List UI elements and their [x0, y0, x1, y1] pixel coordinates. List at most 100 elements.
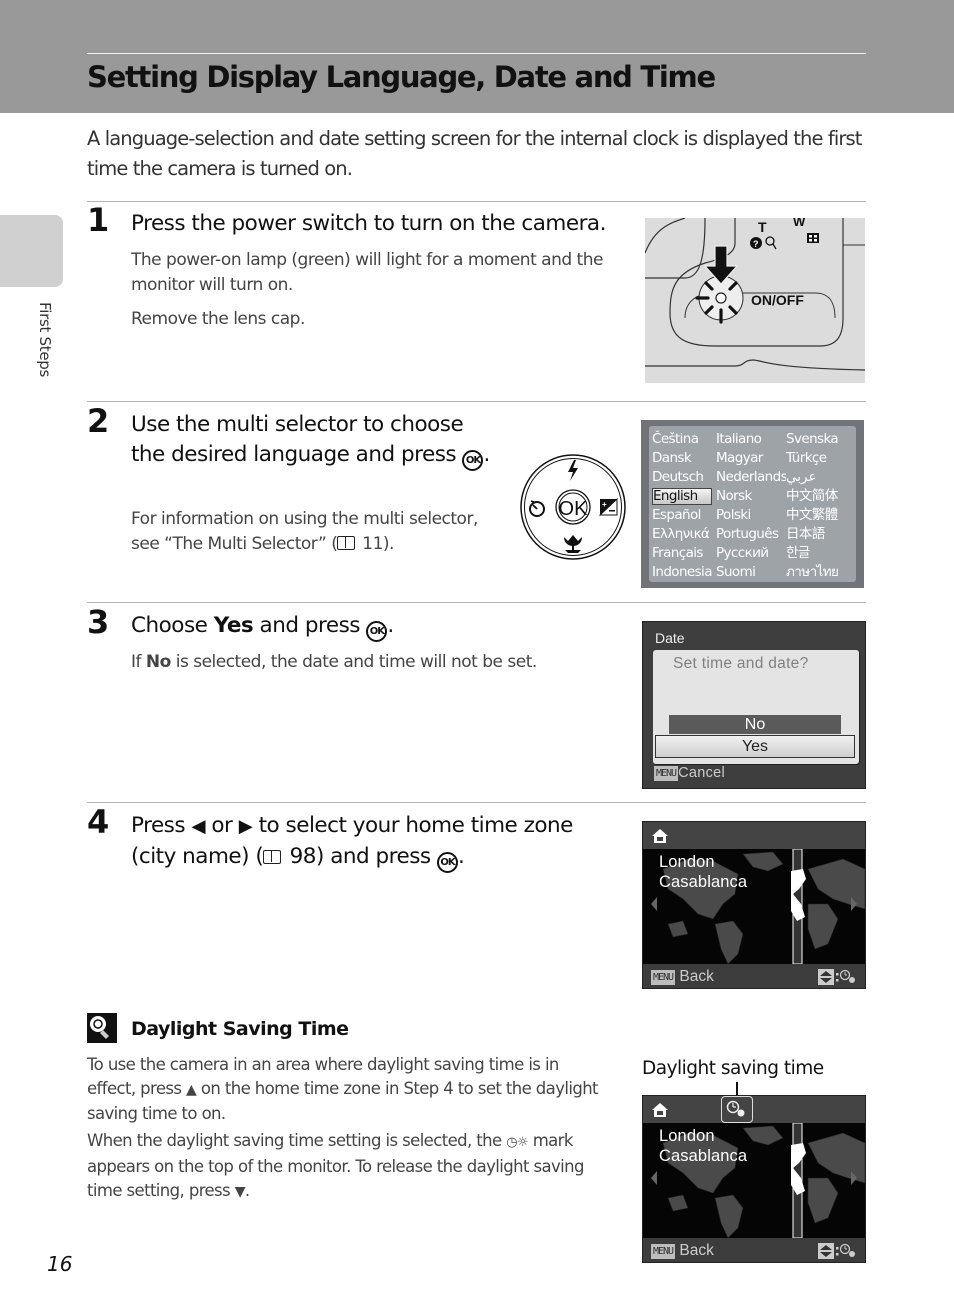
punctuation: .: [457, 844, 465, 869]
language-grid: Čeština Italiano Svenska Dansk Magyar Türkçe D…: [649, 426, 856, 582]
step-text: The power-on lamp (green) will light for…: [131, 250, 603, 295]
island-shape: [667, 920, 689, 938]
tip-title: Daylight Saving Time: [131, 1018, 349, 1040]
language-option[interactable]: 中文繁體: [786, 506, 858, 525]
yes-emphasis: Yes: [213, 613, 254, 638]
asia-shape: [807, 1132, 865, 1184]
language-option[interactable]: Nederlands: [716, 468, 786, 487]
step-body: For information on using the multi selec…: [131, 507, 501, 557]
step-number: 1: [87, 201, 110, 239]
world-map: London Casablanca: [643, 848, 865, 965]
step-heading-text: Press: [131, 813, 186, 838]
language-option[interactable]: Magyar: [716, 449, 786, 468]
greenland-shape: [742, 851, 784, 872]
back-hint: MENU Back: [651, 968, 714, 986]
language-option[interactable]: 日本語: [786, 525, 858, 544]
page-reference[interactable]: 98: [290, 844, 317, 869]
step-heading: Press the power switch to turn on the ca…: [131, 211, 606, 236]
map-scroll-left-icon: [651, 1171, 657, 1185]
ok-label: OK: [559, 498, 589, 520]
option-no[interactable]: No: [669, 715, 841, 734]
back-label: Back: [679, 968, 714, 985]
language-option[interactable]: Türkçe: [786, 449, 858, 468]
language-option[interactable]: عربي: [786, 468, 858, 487]
step-text: For information on using the multi selec…: [131, 509, 478, 554]
ok-button-icon: OK: [462, 450, 484, 471]
language-option[interactable]: English: [652, 488, 712, 505]
language-option[interactable]: Français: [652, 544, 716, 563]
step-heading-text: Use the multi selector to choose the des…: [131, 412, 464, 467]
language-option[interactable]: 한글: [786, 544, 858, 563]
asia-shape: [807, 858, 865, 910]
africa-shape: [807, 903, 839, 950]
world-map: London Casablanca: [643, 1122, 865, 1239]
south-america-shape: [714, 1194, 744, 1239]
page-number: 16: [47, 1252, 73, 1276]
step-heading-text: or: [211, 813, 233, 838]
cancel-hint: MENU Cancel: [654, 765, 725, 781]
language-option[interactable]: Čeština: [652, 430, 716, 449]
language-option[interactable]: Português: [716, 525, 786, 544]
step-number: 4: [87, 803, 110, 841]
step-heading-text: Choose: [131, 613, 214, 638]
language-option[interactable]: Español: [652, 506, 716, 525]
multi-selector-illustration: OK +: [518, 453, 628, 561]
dst-time-zone-screen: London Casablanca MENU Back: [642, 1095, 866, 1263]
exposure-compensation-icon: +: [598, 497, 618, 516]
language-option[interactable]: 中文简体: [786, 487, 858, 506]
home-time-zone-screen: London Casablanca MENU Back: [642, 821, 866, 989]
right-arrow-icon: ▶: [238, 816, 253, 837]
divider: [87, 802, 866, 803]
ok-button-icon: OK: [436, 852, 458, 873]
magnify-icon: [765, 236, 775, 246]
language-option[interactable]: Norsk: [716, 487, 786, 506]
header-band: [0, 0, 954, 113]
option-yes[interactable]: Yes: [655, 735, 855, 758]
tip-body: To use the camera in an area where dayli…: [87, 1053, 607, 1207]
date-dialog: Set time and date? No Yes: [653, 650, 859, 764]
back-label: Back: [679, 1242, 714, 1259]
page-reference[interactable]: 11: [362, 534, 383, 554]
cancel-label: Cancel: [678, 765, 726, 781]
dst-mark-icon: ◷☼: [506, 1135, 529, 1150]
language-option[interactable]: Polski: [716, 506, 786, 525]
header-rule: [87, 53, 866, 54]
tip-paragraph: To use the camera in an area where dayli…: [87, 1053, 607, 1126]
language-option[interactable]: Italiano: [716, 430, 786, 449]
screen-top-bar: [643, 1096, 865, 1123]
language-option[interactable]: Suomi: [716, 563, 786, 582]
tip-lightbulb-icon: [87, 1013, 117, 1043]
back-hint: MENU Back: [651, 1242, 714, 1260]
language-option[interactable]: Русский: [716, 544, 786, 563]
language-option[interactable]: Deutsch: [652, 468, 716, 487]
map-scroll-left-icon: [651, 897, 657, 911]
language-option[interactable]: Svenska: [786, 430, 858, 449]
home-icon: [652, 1103, 668, 1117]
island-shape: [667, 1194, 689, 1212]
svg-text:+: +: [602, 500, 607, 509]
svg-text:?: ?: [753, 239, 759, 249]
divider: [87, 602, 866, 603]
language-option[interactable]: ภาษาไทย: [786, 563, 858, 582]
dst-callout-label: Daylight saving time: [642, 1058, 824, 1079]
home-icon: [652, 829, 668, 843]
no-emphasis: No: [145, 652, 171, 672]
home-city-casablanca: Casablanca: [659, 1147, 748, 1165]
step-heading-text: ) and press: [315, 844, 431, 869]
language-option[interactable]: Ελληνικά: [652, 525, 716, 544]
zoom-t-label: T: [758, 219, 767, 235]
step-heading: Use the multi selector to choose the des…: [131, 410, 491, 471]
menu-key-icon: MENU: [651, 970, 676, 985]
updown-dst-hint-icon: [818, 969, 855, 985]
menu-key-icon: MENU: [654, 766, 679, 781]
screen-bottom-bar: MENU Back: [643, 964, 865, 988]
step-body: The power-on lamp (green) will light for…: [131, 248, 621, 341]
step-text: If: [131, 652, 146, 672]
step-number: 3: [87, 603, 110, 641]
down-arrow-icon: ▼: [234, 1184, 246, 1200]
language-option[interactable]: Indonesia: [652, 563, 716, 582]
dialog-question: Set time and date?: [673, 655, 809, 672]
language-option[interactable]: Dansk: [652, 449, 716, 468]
tip-paragraph: When the daylight saving time setting is…: [87, 1129, 607, 1204]
updown-dst-hint-icon: [818, 1243, 855, 1259]
